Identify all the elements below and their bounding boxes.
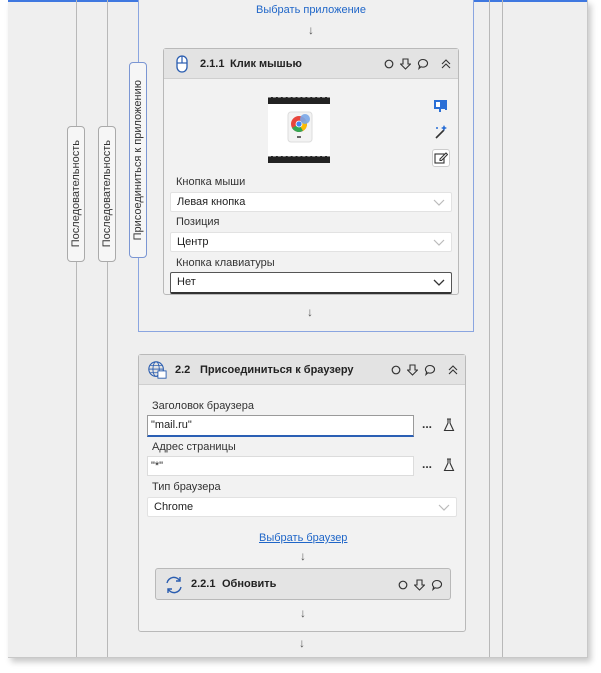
workflow-canvas: Последовательность Последовательность Вы… (8, 0, 588, 658)
page-url-value: "*" (151, 460, 164, 472)
arrow-down-icon[interactable] (399, 57, 412, 70)
click-mouse-card-header[interactable]: 2.1.1 Клик мышью (164, 49, 458, 79)
sequence-guide-line (107, 0, 108, 657)
step-number: 2.2.1 (191, 578, 216, 590)
attach-app-label[interactable]: Присоединиться к приложению (129, 62, 147, 258)
flow-arrow-down-icon: ↓ (300, 606, 306, 620)
mouse-button-label: Кнопка мыши (176, 176, 246, 188)
browser-type-value: Chrome (154, 501, 194, 513)
mouse-button-select[interactable]: Левая кнопка (170, 192, 452, 212)
card-title: Клик мышью (230, 57, 302, 70)
card-title: Обновить (222, 578, 277, 590)
refresh-icon (166, 576, 182, 594)
page-url-label: Адрес страницы (152, 441, 236, 453)
circle-icon[interactable] (389, 363, 402, 376)
flow-arrow-down-icon: ↓ (300, 549, 306, 563)
comment-icon[interactable] (416, 57, 429, 70)
sequence-guide-line (76, 0, 77, 657)
position-label: Позиция (176, 216, 220, 228)
browser-title-input[interactable]: "mail.ru" (147, 415, 414, 437)
flow-arrow-down-icon: ↓ (299, 636, 305, 650)
element-tools (432, 97, 452, 175)
chevron-up-icon[interactable] (446, 363, 459, 376)
flow-arrow-down-icon: ↓ (308, 23, 314, 37)
page-url-input[interactable]: "*" (147, 456, 414, 476)
sequence-label-text: Последовательность (70, 140, 82, 248)
attach-app-container: Выбрать приложение ↓ 2.1.1 Клик мышью Кн… (138, 0, 474, 332)
edit-icon[interactable] (432, 149, 450, 167)
chevron-down-icon (433, 279, 445, 286)
sequence-guide-line (502, 0, 503, 657)
arrow-down-icon[interactable] (413, 578, 426, 591)
circle-icon[interactable] (396, 578, 409, 591)
card-actions (389, 363, 459, 376)
chevron-down-icon (433, 199, 445, 206)
screen-select-icon[interactable] (432, 97, 450, 115)
browser-type-label: Тип браузера (152, 481, 221, 493)
select-browser-link[interactable]: Выбрать браузер (259, 532, 347, 544)
browser-title-more-button[interactable]: ... (422, 417, 432, 431)
comment-icon[interactable] (423, 363, 436, 376)
attach-app-label-text: Присоединиться к приложению (132, 79, 144, 241)
step-number: 2.1.1 (200, 57, 225, 70)
attach-browser-card-header[interactable]: 2.2 Присоединиться к браузеру (139, 355, 465, 385)
keyboard-button-value: Нет (177, 276, 196, 288)
page-url-more-button[interactable]: ... (422, 457, 432, 471)
app-screenshot-thumbnail[interactable] (268, 97, 330, 163)
flask-icon[interactable] (443, 418, 455, 432)
chevron-up-icon[interactable] (439, 57, 452, 70)
arrow-down-icon[interactable] (406, 363, 419, 376)
position-value: Центр (177, 236, 209, 248)
step-number: 2.2 (175, 363, 191, 376)
card-actions (382, 57, 452, 70)
flask-icon[interactable] (443, 458, 455, 472)
position-select[interactable]: Центр (170, 232, 452, 252)
comment-icon[interactable] (430, 578, 443, 591)
flow-arrow-down-icon: ↓ (307, 305, 313, 319)
click-mouse-card[interactable]: 2.1.1 Клик мышью Кнопка мыши Левая кнопк… (163, 48, 459, 295)
chevron-down-icon (433, 239, 445, 246)
mouse-button-value: Левая кнопка (177, 196, 246, 208)
sequence-label-text: Последовательность (101, 140, 113, 248)
sequence-label-inner[interactable]: Последовательность (98, 126, 116, 262)
globe-icon (148, 361, 167, 379)
refresh-card[interactable]: 2.2.1 Обновить (155, 568, 451, 600)
keyboard-button-label: Кнопка клавиатуры (176, 257, 275, 269)
browser-type-select[interactable]: Chrome (147, 497, 457, 517)
mouse-icon (176, 55, 188, 73)
select-app-link[interactable]: Выбрать приложение (256, 4, 366, 16)
chrome-icon (287, 111, 313, 143)
sequence-guide-line (489, 0, 490, 657)
card-title: Присоединиться к браузеру (200, 363, 354, 376)
browser-title-value: "mail.ru" (151, 419, 192, 431)
card-actions (396, 578, 443, 591)
attach-browser-card[interactable]: 2.2 Присоединиться к браузеру Заголовок … (138, 354, 466, 632)
browser-title-label: Заголовок браузера (152, 400, 254, 412)
circle-icon[interactable] (382, 57, 395, 70)
keyboard-button-select[interactable]: Нет (170, 272, 452, 294)
magic-wand-icon[interactable] (432, 123, 450, 141)
sequence-label-outer[interactable]: Последовательность (67, 126, 85, 262)
chevron-down-icon (438, 504, 450, 511)
